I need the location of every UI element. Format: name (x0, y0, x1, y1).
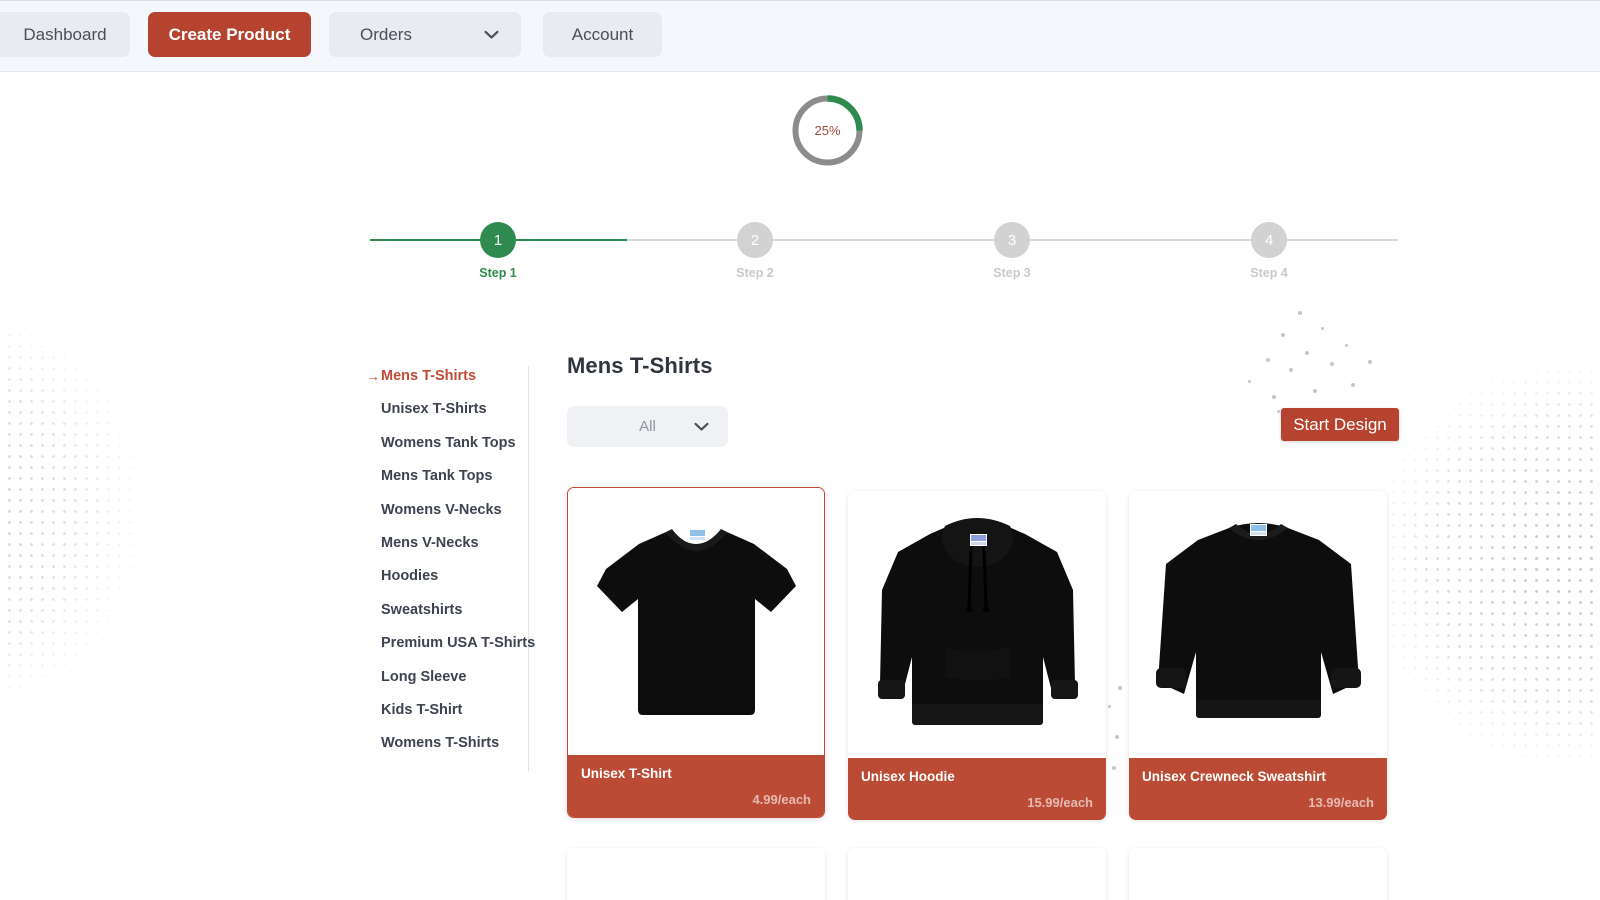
product-card[interactable]: Unisex Crewneck Sweatshirt 13.99/each (1129, 491, 1387, 820)
product-card[interactable] (848, 848, 1106, 900)
product-name: Unisex Hoodie (861, 769, 955, 784)
nav-label-orders: Orders (360, 24, 412, 44)
sidebar-item-mens-tank-tops[interactable]: → Mens Tank Tops (381, 466, 514, 486)
nav-label-account: Account (571, 24, 634, 44)
product-name: Unisex T-Shirt (581, 766, 672, 781)
sidebar-item-label: Mens V-Necks (381, 534, 479, 551)
sidebar-item-label: Sweatshirts (381, 601, 463, 618)
top-navigation-bar: Dashboard Create Product Orders Account (0, 0, 1600, 72)
product-name: Unisex Crewneck Sweatshirt (1142, 769, 1326, 784)
product-label: Unisex Crewneck Sweatshirt 13.99/each (1129, 758, 1387, 820)
sidebar-item-unisex-t-shirts[interactable]: → Unisex T-Shirts (381, 399, 514, 419)
sidebar-item-label: Long Sleeve (381, 668, 467, 685)
sidebar-item-mens-v-necks[interactable]: → Mens V-Necks (381, 533, 514, 553)
product-image-hoodie (848, 491, 1106, 758)
sidebar-item-mens-t-shirts[interactable]: → Mens T-Shirts (366, 366, 514, 386)
sidebar-item-label: Mens T-Shirts (381, 368, 477, 384)
sidebar-item-womens-t-shirts[interactable]: → Womens T-Shirts (381, 733, 514, 753)
product-image-placeholder (1129, 848, 1387, 900)
sidebar-item-premium-usa-t-shirts[interactable]: → Premium USA T-Shirts (381, 633, 535, 653)
main-content: → Mens T-Shirts → Unisex T-Shirts → Wome… (0, 0, 1600, 900)
page-root: Dashboard Create Product Orders Account … (0, 0, 1600, 900)
sidebar-item-hoodies[interactable]: → Hoodies (381, 566, 514, 586)
product-card[interactable]: Unisex T-Shirt 4.99/each (567, 487, 825, 818)
nav-button-create-product[interactable]: Create Product (148, 12, 311, 57)
product-image-placeholder (848, 848, 1106, 900)
chevron-down-icon (484, 30, 499, 39)
sidebar-item-label: Kids T-Shirt (381, 701, 463, 718)
product-image-tshirt (568, 488, 824, 755)
product-image-placeholder (567, 848, 825, 900)
sidebar-item-sweatshirts[interactable]: → Sweatshirts (381, 600, 514, 620)
sidebar-item-label: Mens Tank Tops (381, 468, 493, 485)
start-design-label: Start Design (1293, 414, 1387, 434)
nav-button-account[interactable]: Account (543, 12, 662, 57)
chevron-down-icon (694, 422, 709, 431)
sidebar-item-womens-tank-tops[interactable]: → Womens Tank Tops (381, 433, 516, 453)
product-card[interactable] (1129, 848, 1387, 900)
category-sidebar: → Mens T-Shirts → Unisex T-Shirts → Wome… (366, 366, 535, 772)
product-filter-select[interactable]: All (567, 406, 728, 447)
nav-label-dashboard: Dashboard (23, 24, 107, 44)
sidebar-item-womens-v-necks[interactable]: → Womens V-Necks (381, 500, 514, 520)
sidebar-item-label: Hoodies (381, 568, 439, 585)
sidebar-item-label: Womens Tank Tops (381, 434, 516, 451)
product-card[interactable] (567, 848, 825, 900)
sidebar-item-label: Womens V-Necks (381, 501, 502, 518)
start-design-button[interactable]: Start Design (1281, 408, 1399, 441)
page-title: Mens T-Shirts (567, 353, 713, 378)
nav-button-dashboard[interactable]: Dashboard (0, 12, 130, 57)
sidebar-item-label: Womens T-Shirts (381, 735, 500, 752)
arrow-right-icon: → (366, 368, 380, 384)
product-price: 4.99/each (752, 792, 811, 808)
product-label: Unisex T-Shirt 4.99/each (568, 755, 824, 817)
product-image-crewneck (1129, 491, 1387, 758)
product-price: 13.99/each (1308, 795, 1374, 811)
sidebar-item-label: Premium USA T-Shirts (381, 635, 536, 652)
nav-button-orders[interactable]: Orders (329, 12, 521, 57)
product-card[interactable]: Unisex Hoodie 15.99/each (848, 491, 1106, 820)
nav-label-create-product: Create Product (168, 24, 291, 44)
product-label: Unisex Hoodie 15.99/each (848, 758, 1106, 820)
product-price: 15.99/each (1027, 795, 1093, 811)
product-filter-value: All (639, 418, 656, 435)
sidebar-item-long-sleeve[interactable]: → Long Sleeve (381, 667, 514, 687)
sidebar-item-label: Unisex T-Shirts (381, 401, 487, 418)
sidebar-item-kids-t-shirt[interactable]: → Kids T-Shirt (381, 700, 514, 720)
